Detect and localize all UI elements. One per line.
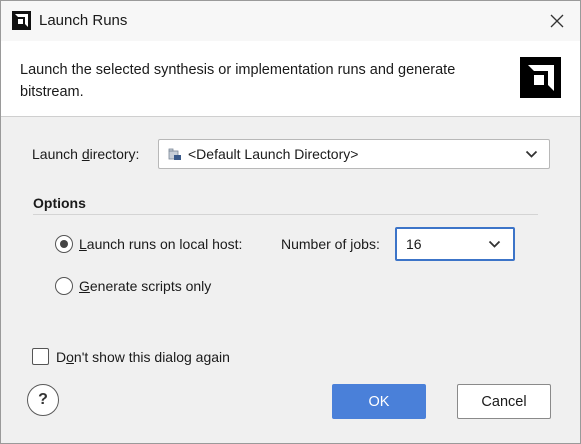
close-button[interactable] — [541, 7, 573, 35]
dialog-header: Launch the selected synthesis or impleme… — [1, 41, 580, 117]
local-host-label[interactable]: Launch runs on local host: — [79, 236, 242, 252]
title-bar: Launch Runs — [1, 1, 580, 41]
chevron-down-icon — [488, 240, 501, 248]
launch-directory-dropdown[interactable]: <Default Launch Directory> — [158, 139, 550, 169]
number-of-jobs-value: 16 — [406, 236, 422, 252]
number-of-jobs-dropdown[interactable]: 16 — [395, 227, 515, 261]
launch-directory-label: Launch directory: — [32, 146, 140, 162]
cancel-button[interactable]: Cancel — [457, 384, 551, 419]
dialog-description: Launch the selected synthesis or impleme… — [20, 62, 456, 100]
scripts-only-label[interactable]: Generate scripts only — [79, 278, 211, 294]
dont-show-label[interactable]: Don't show this dialog again — [56, 349, 230, 365]
dont-show-checkbox[interactable] — [32, 348, 49, 365]
ok-button[interactable]: OK — [332, 384, 426, 419]
help-icon: ? — [38, 391, 48, 408]
brand-logo-icon — [520, 57, 561, 98]
folder-icon — [168, 148, 181, 160]
number-of-jobs-label: Number of jobs: — [281, 236, 380, 252]
options-divider — [33, 214, 538, 215]
close-icon — [550, 14, 564, 28]
help-button[interactable]: ? — [27, 384, 59, 416]
chevron-down-icon — [525, 150, 538, 158]
scripts-only-radio[interactable] — [55, 277, 73, 295]
app-logo-icon — [12, 11, 31, 30]
launch-runs-dialog: Launch Runs Launch the selected synthesi… — [0, 0, 581, 444]
window-title: Launch Runs — [39, 12, 128, 29]
launch-directory-value: <Default Launch Directory> — [188, 146, 359, 162]
options-heading: Options — [33, 195, 86, 211]
radio-selected-dot — [60, 240, 68, 248]
local-host-radio[interactable] — [55, 235, 73, 253]
